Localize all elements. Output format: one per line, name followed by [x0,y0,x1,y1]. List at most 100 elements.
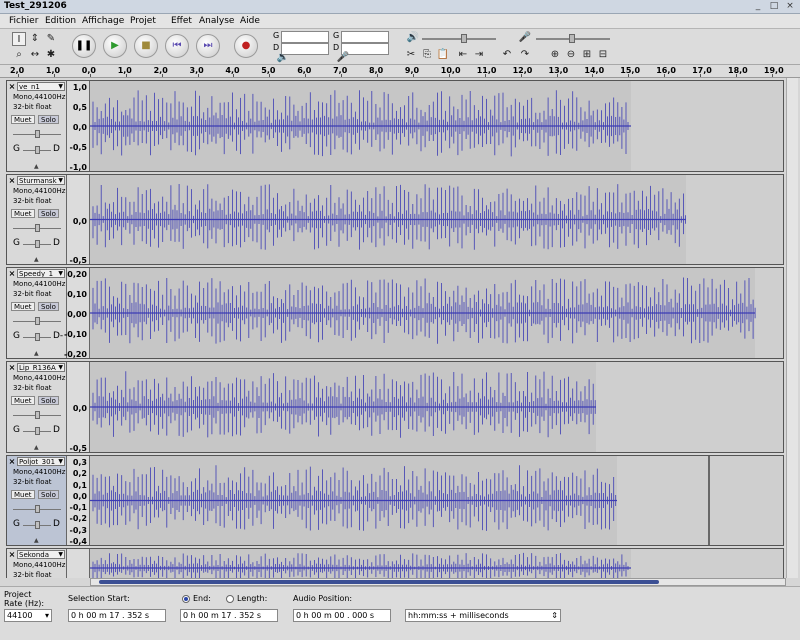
mute-button[interactable]: Muet [11,209,35,218]
solo-button[interactable]: Solo [38,115,59,124]
track-name-menu[interactable]: Poljot_301 ▼ [17,457,65,466]
timeshift-tool-icon[interactable]: ↔ [28,48,42,62]
fit-selection-icon[interactable]: ⊞ [580,48,594,62]
audio-track[interactable]: × Sturmansk ▼ Mono,44100Hz 32-bit float Muet S… [6,174,784,265]
close-track-icon[interactable]: × [8,176,16,185]
waveform-area[interactable] [90,81,783,171]
time-format-select[interactable]: hh:mm:ss + milliseconds ⇕ [405,609,561,622]
menu-projet[interactable]: Projet [130,16,156,26]
track-name-menu[interactable]: Sturmansk ▼ [17,176,65,185]
collapse-arrow-icon[interactable]: ▲ [34,163,39,170]
gain-slider-thumb[interactable] [35,130,40,138]
track-name-menu[interactable]: Lip_R136A ▼ [17,363,65,372]
trim-icon[interactable]: ⇤ [456,48,470,62]
pan-slider-thumb[interactable] [35,333,40,341]
redo-icon[interactable]: ↷ [518,48,532,62]
solo-button[interactable]: Solo [38,490,59,499]
collapse-arrow-icon[interactable]: ▲ [34,537,39,544]
audio-track[interactable]: × ve_n1 ▼ Mono,44100Hz 32-bit float Muet Solo G… [6,80,784,172]
draw-tool-icon[interactable]: ✎ [44,32,58,46]
pan-slider-thumb[interactable] [35,427,40,435]
track-control-panel[interactable]: ×Sekonda_▼Mono,44100Hz32-bit floatMuetSo… [7,549,67,578]
menu-analyse[interactable]: Analyse [199,16,234,26]
menu-fichier[interactable]: Fichier [9,16,38,26]
track-control-panel[interactable]: × Poljot_301 ▼ Mono,44100Hz 32-bit float Muet… [7,456,67,545]
close-track-icon[interactable]: × [8,269,16,278]
waveform-area[interactable] [90,549,783,578]
track-control-panel[interactable]: × ve_n1 ▼ Mono,44100Hz 32-bit float Muet Solo G… [7,81,67,171]
audio-position-input[interactable]: 0 h 00 m 00 . 000 s [293,609,391,622]
audio-track[interactable]: × Speedy_1 ▼ Mono,44100Hz 32-bit float Muet So… [6,267,784,359]
record-button[interactable]: ● [234,34,258,58]
silence-icon[interactable]: ⇥ [472,48,486,62]
track-control-panel[interactable]: × Sturmansk ▼ Mono,44100Hz 32-bit float Muet S… [7,175,67,264]
selection-start-input[interactable]: 0 h 00 m 17 . 352 s [68,609,166,622]
playback-volume-thumb[interactable] [461,34,467,43]
pause-button[interactable]: ❚❚ [72,34,96,58]
copy-icon[interactable]: ⎘ [420,48,434,62]
close-track-icon[interactable]: × [8,82,16,91]
waveform-area[interactable] [90,456,783,545]
audio-track[interactable]: ×Sekonda_▼Mono,44100Hz32-bit floatMuetSo… [6,548,784,578]
close-track-icon[interactable]: × [8,550,16,559]
mute-button[interactable]: Muet [11,302,35,311]
paste-icon[interactable]: 📋 [436,48,450,62]
track-name-menu[interactable]: Sekonda_ ▼ [17,550,65,559]
menu-edition[interactable]: Edition [45,16,76,26]
track-control-panel[interactable]: × Speedy_1 ▼ Mono,44100Hz 32-bit float Muet So… [7,268,67,358]
solo-button[interactable]: Solo [38,302,59,311]
mute-button[interactable]: Muet [11,115,35,124]
envelope-tool-icon[interactable]: ⇕ [28,32,42,46]
record-volume-thumb[interactable] [569,34,575,43]
playback-volume-slider[interactable] [422,38,496,40]
timeline-ruler[interactable]: 2,0 1,0 0,0 1,0 2,0 3,0 4,0 5,0 6,0 7,0 8,0 9,0 10,0… [0,65,800,78]
skip-end-button[interactable]: ⏭ [196,34,220,58]
waveform-area[interactable] [90,175,783,264]
collapse-arrow-icon[interactable]: ▲ [34,256,39,263]
waveform-area[interactable] [90,362,783,452]
gain-slider-thumb[interactable] [35,505,40,513]
cut-icon[interactable]: ✂ [404,48,418,62]
zoom-in-icon[interactable]: ⊕ [548,48,562,62]
solo-button[interactable]: Solo [38,396,59,405]
mute-button[interactable]: Muet [11,396,35,405]
track-name-menu[interactable]: Speedy_1 ▼ [17,269,65,278]
stop-button[interactable]: ■ [134,34,158,58]
close-track-icon[interactable]: × [8,363,16,372]
gain-slider-thumb[interactable] [35,317,40,325]
horizontal-scrollbar[interactable] [90,578,786,586]
zoom-out-icon[interactable]: ⊖ [564,48,578,62]
horizontal-scroll-thumb[interactable] [99,580,659,584]
vertical-scrollbar[interactable] [786,78,798,578]
collapse-arrow-icon[interactable]: ▲ [34,444,39,451]
fit-project-icon[interactable]: ⊟ [596,48,610,62]
maximize-icon[interactable]: □ [768,1,780,12]
multi-tool-icon[interactable]: ✱ [44,48,58,62]
audio-track[interactable]: × Lip_R136A ▼ Mono,44100Hz 32-bit float Muet S… [6,361,784,453]
menu-affichage[interactable]: Affichage [82,16,124,26]
menu-aide[interactable]: Aide [240,16,260,26]
play-button[interactable]: ▶ [103,34,127,58]
zoom-tool-icon[interactable]: ⌕ [12,48,26,62]
close-track-icon[interactable]: × [8,457,16,466]
selection-end-input[interactable]: 0 h 00 m 17 . 352 s [180,609,278,622]
collapse-arrow-icon[interactable]: ▲ [34,350,39,357]
mute-button[interactable]: Muet [11,490,35,499]
pan-slider-thumb[interactable] [35,240,40,248]
track-name-menu[interactable]: ve_n1 ▼ [17,82,65,91]
end-radio[interactable] [182,595,190,603]
skip-start-button[interactable]: ⏮ [165,34,189,58]
waveform-area[interactable] [90,268,783,358]
close-icon[interactable]: × [784,1,796,12]
menu-effet[interactable]: Effet [171,16,192,26]
length-radio[interactable] [226,595,234,603]
pan-slider-thumb[interactable] [35,521,40,529]
minimize-icon[interactable]: _ [752,1,764,12]
undo-icon[interactable]: ↶ [500,48,514,62]
gain-slider-thumb[interactable] [35,224,40,232]
selection-tool-icon[interactable]: I [12,32,26,46]
solo-button[interactable]: Solo [38,209,59,218]
track-control-panel[interactable]: × Lip_R136A ▼ Mono,44100Hz 32-bit float Muet S… [7,362,67,452]
pan-slider-thumb[interactable] [35,146,40,154]
gain-slider-thumb[interactable] [35,411,40,419]
